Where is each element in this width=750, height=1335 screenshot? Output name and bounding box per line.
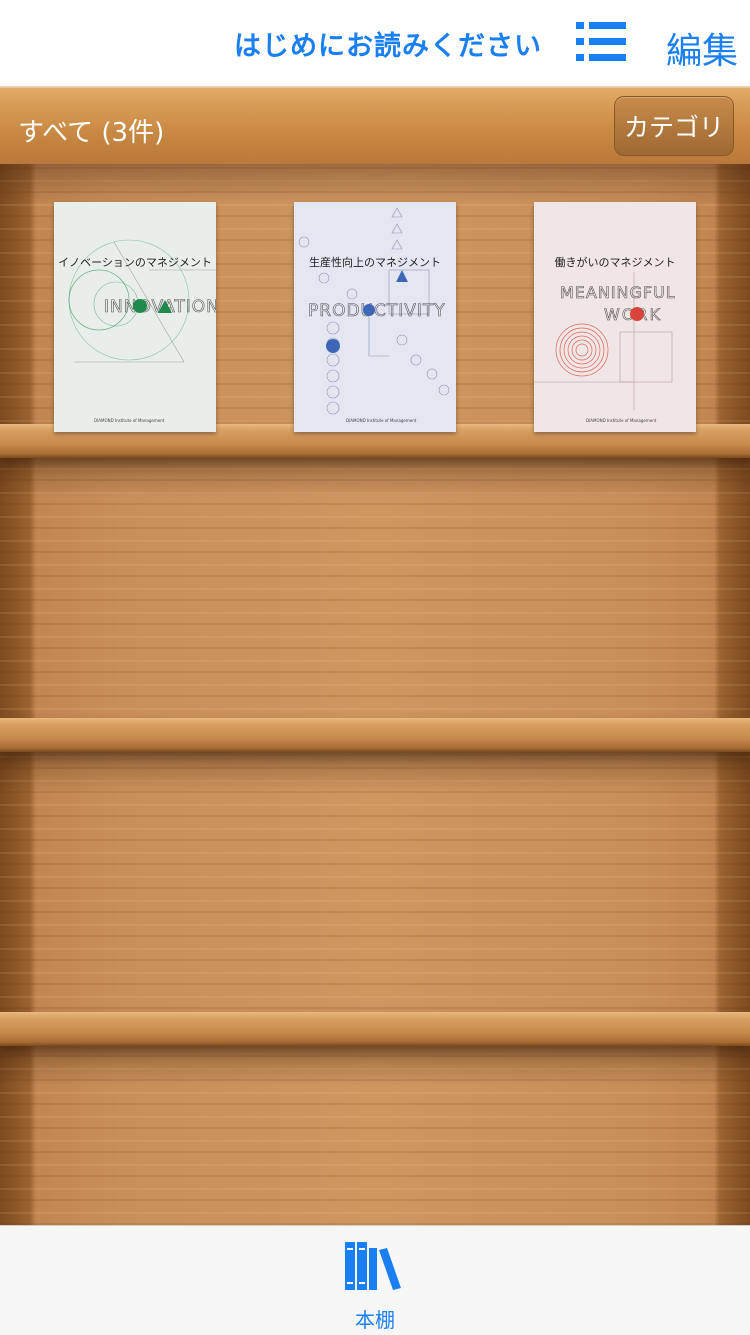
read-first-link[interactable]: はじめにお読みください <box>234 24 542 63</box>
svg-text:DIAMOND Institute of Managemen: DIAMOND Institute of Management <box>586 418 657 423</box>
shelf-row-3 <box>0 752 750 1012</box>
bookshelf-icon[interactable] <box>343 1240 403 1296</box>
book-title: 生産性向上のマネジメント <box>309 256 441 269</box>
book-productivity[interactable]: PRODUCTIVITY DIAMOND Institute of Manage… <box>294 202 456 432</box>
edit-button[interactable]: 編集 <box>666 22 738 74</box>
svg-text:DIAMOND Institute of Managemen: DIAMOND Institute of Management <box>94 418 165 423</box>
navigation-bar: はじめにお読みください 編集 <box>0 0 750 87</box>
category-button[interactable]: カテゴリ <box>614 96 734 156</box>
book-meaningful-work[interactable]: MEANINGFUL WORK DIAMOND Institute of Man… <box>534 202 696 432</box>
shelf-row-2 <box>0 458 750 718</box>
shelf-board-3 <box>0 1012 750 1046</box>
book-title: イノベーションのマネジメント <box>58 256 212 269</box>
tab-bar: 本棚 <box>0 1225 750 1335</box>
book-cover-bg <box>54 202 216 432</box>
book-title: 働きがいのマネジメント <box>554 256 676 269</box>
svg-text:INNOVATION: INNOVATION <box>104 297 216 317</box>
svg-text:MEANINGFUL: MEANINGFUL <box>560 283 676 302</box>
category-title: すべて (3件) <box>18 118 165 148</box>
shelf-board-2 <box>0 718 750 752</box>
list-icon[interactable] <box>576 22 626 62</box>
svg-text:DIAMOND Institute of Managemen: DIAMOND Institute of Management <box>346 418 417 423</box>
book-innovation[interactable]: INNOVATION DIAMOND Institute of Manageme… <box>54 202 216 432</box>
tab-bookshelf-label[interactable]: 本棚 <box>0 1304 750 1333</box>
shelf-row-4 <box>0 1046 750 1225</box>
svg-text:PRODUCTIVITY: PRODUCTIVITY <box>308 301 446 321</box>
